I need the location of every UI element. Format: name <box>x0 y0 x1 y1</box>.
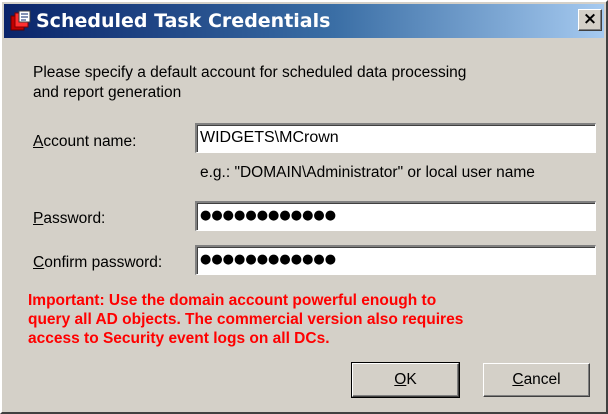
account-name-label-text: ccount name: <box>43 133 137 150</box>
password-label: Password: <box>33 210 105 228</box>
confirm-password-label-text: onfirm password: <box>44 254 163 271</box>
password-field[interactable]: ●●●●●●●●●●●● <box>195 201 596 231</box>
ok-accel: O <box>394 371 407 388</box>
account-name-accel: A <box>33 133 44 150</box>
account-name-label: Account name: <box>33 133 136 151</box>
cancel-label: ancel <box>523 371 561 388</box>
title-bar[interactable]: Scheduled Task Credentials × <box>4 4 604 38</box>
password-accel: P <box>33 210 44 227</box>
intro-text: Please specify a default account for sch… <box>33 64 467 101</box>
window-title: Scheduled Task Credentials <box>36 10 331 32</box>
ok-button[interactable]: OK <box>351 362 460 398</box>
confirm-password-label: Confirm password: <box>33 254 162 272</box>
ok-label: K <box>406 371 417 388</box>
password-label-text: assword: <box>43 210 106 227</box>
app-icon <box>10 10 31 31</box>
account-name-field[interactable]: WIDGETS\MCrown <box>195 123 596 153</box>
credentials-dialog: Scheduled Task Credentials × Please spec… <box>0 0 608 414</box>
close-icon: × <box>582 9 598 29</box>
close-button[interactable]: × <box>578 9 602 31</box>
cancel-accel: C <box>512 371 524 388</box>
warning-text: Important: Use the domain account powerf… <box>28 292 464 347</box>
confirm-password-accel: C <box>33 254 45 271</box>
cancel-button[interactable]: Cancel <box>483 363 590 397</box>
account-name-hint: e.g.: "DOMAIN\Administrator" or local us… <box>200 164 535 181</box>
confirm-password-field[interactable]: ●●●●●●●●●●●● <box>195 245 596 275</box>
